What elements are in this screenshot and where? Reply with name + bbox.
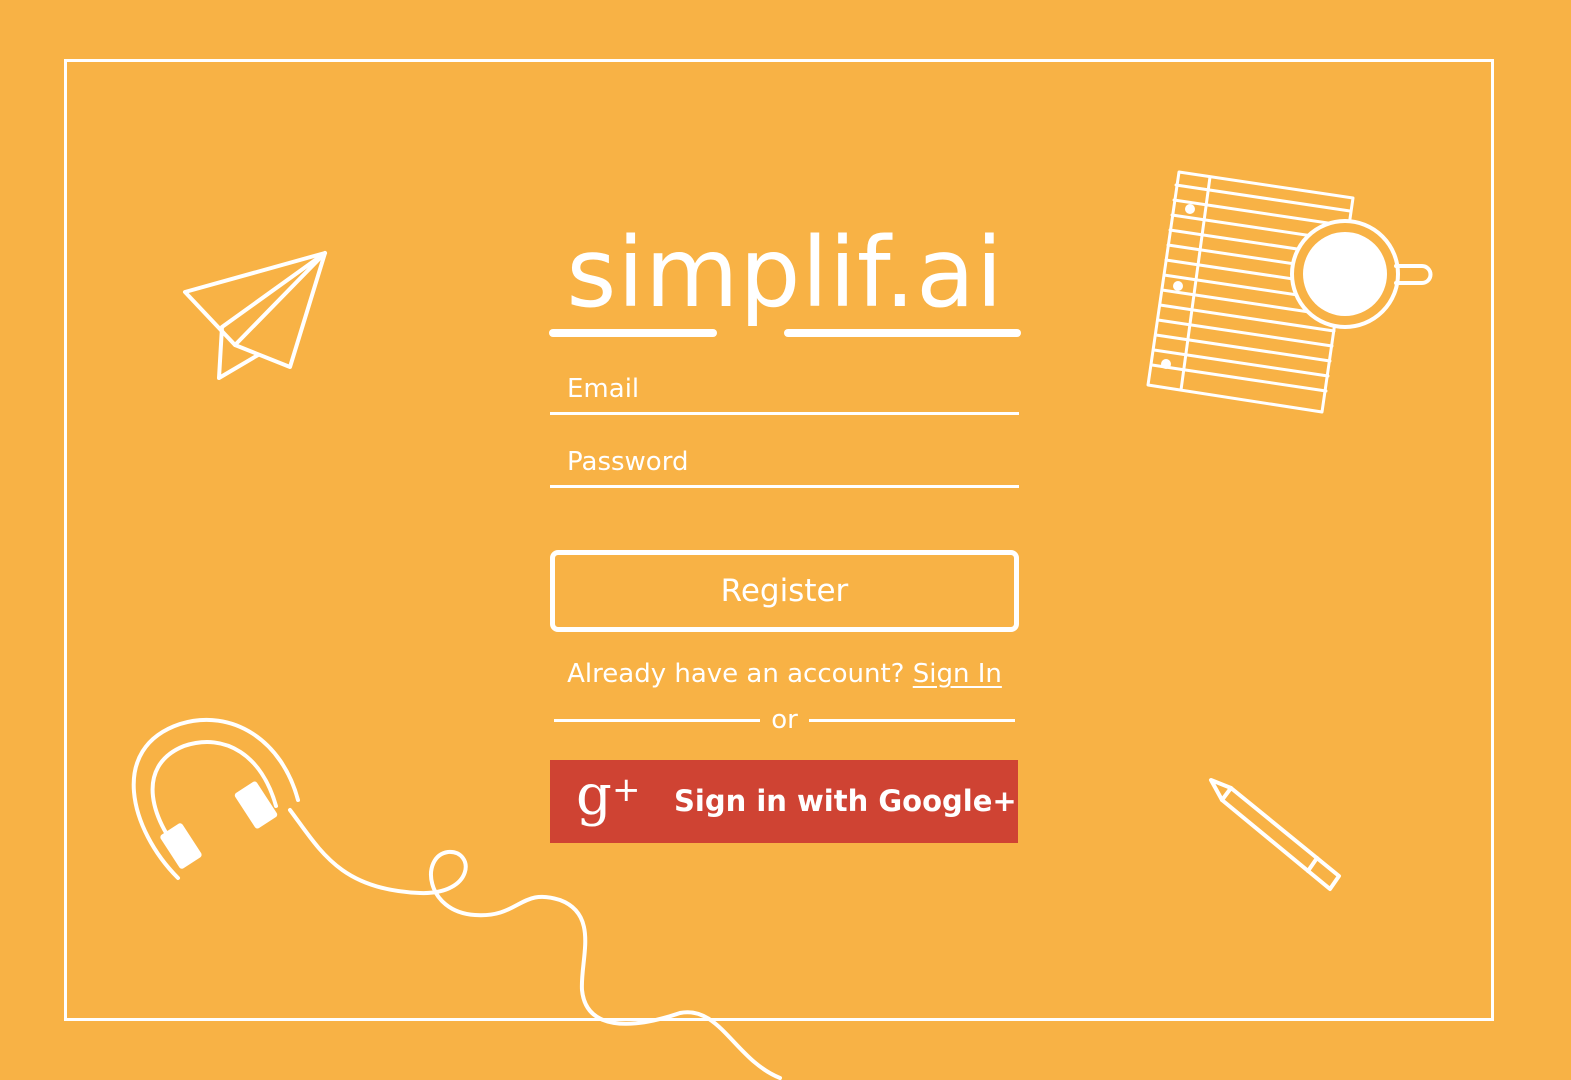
logo-underline — [784, 329, 1021, 337]
google-plus-icon-plus: + — [612, 770, 641, 810]
google-sign-in-label: Sign in with Google+ — [674, 784, 1017, 818]
email-field[interactable] — [550, 365, 1019, 412]
divider-line — [809, 719, 1015, 722]
sign-in-prompt: Already have an account? Sign In — [550, 656, 1019, 692]
or-divider: or — [554, 704, 1015, 738]
notepad-coffee-icon — [1146, 170, 1433, 414]
password-field[interactable] — [550, 438, 1019, 485]
logo-text: simplif.ai — [566, 217, 1004, 329]
email-field-wrapper — [550, 365, 1019, 415]
register-button[interactable]: Register — [550, 550, 1019, 632]
logo-underline — [549, 329, 717, 337]
google-sign-in-button[interactable]: g + Sign in with Google+ — [550, 760, 1018, 843]
password-field-wrapper — [550, 438, 1019, 488]
divider-text: or — [771, 705, 798, 735]
brand-logo: simplif.ai — [549, 215, 1021, 345]
paper-plane-icon — [183, 251, 327, 380]
divider-line — [554, 719, 760, 722]
sign-in-prompt-text: Already have an account? — [567, 659, 905, 689]
pencil-icon — [1209, 778, 1341, 891]
google-plus-icon: g — [576, 763, 612, 828]
sign-in-link[interactable]: Sign In — [913, 659, 1002, 689]
